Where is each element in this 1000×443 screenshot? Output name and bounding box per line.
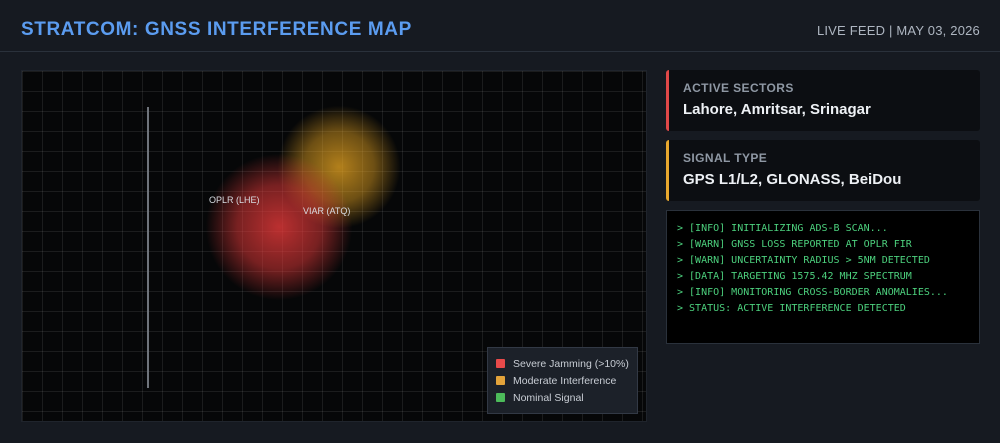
site-label-oplr: OPLR (LHE) [209, 195, 260, 205]
page-title: STRATCOM: GNSS INTERFERENCE MAP [21, 19, 412, 40]
site-label-viar: VIAR (ATQ) [303, 206, 351, 216]
log-line: > [WARN] GNSS LOSS REPORTED AT OPLR FIR [677, 239, 912, 250]
interference-map[interactable]: OPLR (LHE) VIAR (ATQ) Severe Jamming (>1… [21, 70, 647, 422]
log-line: > [INFO] INITIALIZING ADS-B SCAN... [677, 223, 888, 234]
legend-label-nominal: Nominal Signal [513, 391, 584, 404]
legend-swatch-severe [496, 359, 505, 368]
legend-label-moderate: Moderate Interference [513, 374, 617, 387]
live-feed-status: LIVE FEED | MAY 03, 2026 [816, 23, 980, 38]
legend-swatch-nominal [496, 393, 505, 402]
legend-item-moderate: Moderate Interference [496, 372, 637, 389]
active-sectors-label: ACTIVE SECTORS [683, 81, 794, 95]
map-axis-line [147, 107, 149, 388]
legend-swatch-moderate [496, 376, 505, 385]
log-terminal[interactable]: > [INFO] INITIALIZING ADS-B SCAN... > [W… [666, 210, 980, 344]
log-line: > STATUS: ACTIVE INTERFERENCE DETECTED [677, 303, 906, 314]
log-line: > [DATA] TARGETING 1575.42 MHZ SPECTRUM [677, 271, 912, 282]
legend-item-severe: Severe Jamming (>10%) [496, 355, 637, 372]
log-line: > [INFO] MONITORING CROSS-BORDER ANOMALI… [677, 287, 948, 298]
severe-jamming-zone[interactable] [205, 153, 353, 301]
map-legend: Severe Jamming (>10%) Moderate Interfere… [487, 347, 638, 414]
signal-type-card: SIGNAL TYPE GPS L1/L2, GLONASS, BeiDou [666, 140, 980, 201]
log-line: > [WARN] UNCERTAINTY RADIUS > 5NM DETECT… [677, 255, 930, 266]
legend-label-severe: Severe Jamming (>10%) [513, 357, 629, 370]
active-sectors-value: Lahore, Amritsar, Srinagar [683, 101, 871, 118]
header-bar: STRATCOM: GNSS INTERFERENCE MAP LIVE FEE… [0, 0, 1000, 52]
active-sectors-card: ACTIVE SECTORS Lahore, Amritsar, Srinaga… [666, 70, 980, 131]
signal-type-label: SIGNAL TYPE [683, 151, 768, 165]
signal-type-value: GPS L1/L2, GLONASS, BeiDou [683, 171, 902, 188]
legend-item-nominal: Nominal Signal [496, 389, 637, 406]
